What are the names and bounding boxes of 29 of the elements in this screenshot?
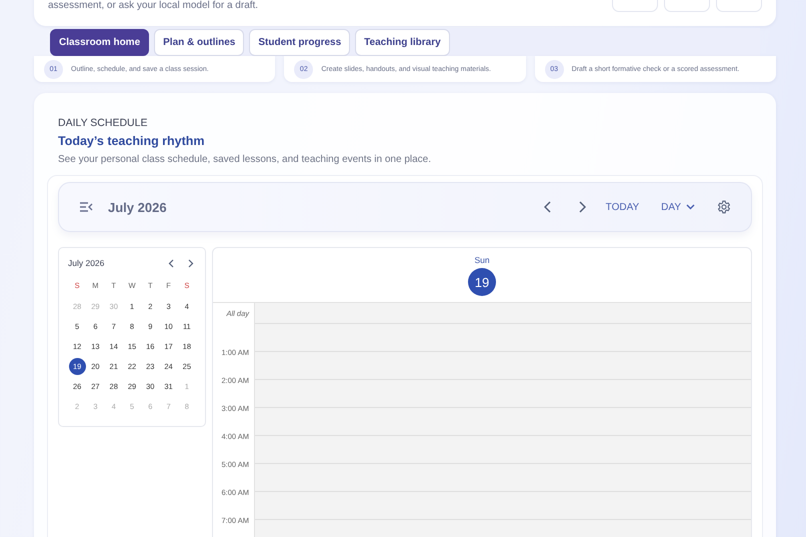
caret-icon	[686, 204, 695, 210]
time-slot[interactable]	[255, 492, 751, 520]
time-slot[interactable]	[255, 436, 751, 464]
month-title: July 2026	[108, 200, 167, 214]
settings-icon[interactable]	[717, 200, 731, 214]
tab[interactable]: Plan & outlines	[154, 28, 244, 56]
today-button[interactable]: TODAY	[606, 202, 640, 212]
previous-icon[interactable]	[544, 201, 552, 213]
day-header-weekday: Sun	[474, 255, 490, 265]
time-slot[interactable]	[255, 352, 751, 380]
section-eyebrow: DAILY SCHEDULE	[58, 117, 148, 129]
time-slot[interactable]	[255, 380, 751, 408]
time-slot[interactable]	[255, 324, 751, 352]
section-description: See your personal class schedule, saved lessons, and teaching events in one place.	[58, 154, 432, 165]
previous-icon[interactable]	[168, 258, 174, 268]
tab[interactable]: Classroom home	[50, 28, 150, 56]
tab[interactable]: Teaching library	[355, 28, 450, 56]
mini-calendar-title: July 2026	[68, 258, 104, 268]
day-header-date[interactable]: 19	[468, 268, 496, 296]
collapse-menu-icon[interactable]	[79, 201, 93, 213]
view-dropdown[interactable]: DAY	[661, 202, 695, 212]
section-title: Today’s teaching rhythm	[58, 134, 206, 148]
time-slot[interactable]	[255, 408, 751, 436]
next-icon[interactable]	[188, 258, 194, 268]
all-day-slot[interactable]	[255, 303, 751, 324]
tab[interactable]: Student progress	[249, 28, 350, 56]
next-icon[interactable]	[578, 201, 586, 213]
time-slot[interactable]	[255, 464, 751, 492]
intro-text: assessment, or ask your local model for a draft.	[48, 0, 258, 12]
